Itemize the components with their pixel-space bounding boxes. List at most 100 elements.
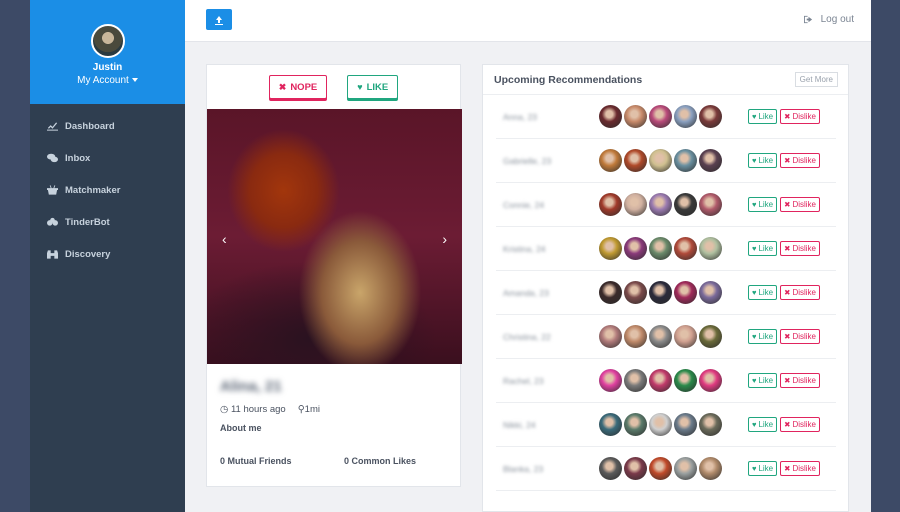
recommendation-row: Blanka, 23 ♥ Like ✖ Dislike [496, 447, 836, 491]
nope-button[interactable]: ✖ NOPE [268, 75, 328, 99]
recommendation-name: Gabrielle, 23 [503, 155, 552, 166]
dislike-button[interactable]: ✖ Dislike [780, 153, 820, 168]
photo-thumbnail[interactable] [624, 281, 647, 304]
photo-thumbnail[interactable] [674, 281, 697, 304]
photo-thumbnail[interactable] [699, 281, 722, 304]
dislike-button[interactable]: ✖ Dislike [780, 373, 820, 388]
like-button[interactable]: ♥ Like [748, 109, 778, 124]
sidebar-item-matchmaker[interactable]: Matchmaker [30, 174, 185, 206]
avatar[interactable] [90, 24, 125, 58]
photo-thumbnail[interactable] [649, 457, 672, 480]
profile-photo[interactable]: ‹ › [207, 109, 462, 364]
photo-thumbnail[interactable] [674, 413, 697, 436]
like-button[interactable]: ♥ LIKE [347, 75, 399, 99]
photo-thumbnail[interactable] [599, 369, 622, 392]
recommendation-name: Christina, 22 [503, 331, 551, 342]
recommendation-actions: ♥ Like ✖ Dislike [748, 373, 820, 388]
get-more-button[interactable]: Get More [794, 72, 838, 87]
photo-thumbnail[interactable] [599, 193, 622, 216]
photo-thumbnail[interactable] [649, 281, 672, 304]
photo-thumbnail[interactable] [699, 193, 722, 216]
mutual-friends: 0 Mutual Friends [220, 456, 292, 466]
dislike-button[interactable]: ✖ Dislike [780, 417, 820, 432]
photo-thumbnail[interactable] [699, 105, 722, 128]
sidebar-item-tinderbot[interactable]: TinderBot [30, 206, 185, 238]
photo-thumbnail[interactable] [624, 105, 647, 128]
photo-thumbnail[interactable] [649, 193, 672, 216]
recommendation-actions: ♥ Like ✖ Dislike [748, 197, 820, 212]
upload-icon [215, 15, 223, 25]
photo-thumbnail[interactable] [649, 105, 672, 128]
dislike-button[interactable]: ✖ Dislike [780, 329, 820, 344]
like-button[interactable]: ♥ Like [748, 373, 778, 388]
like-button[interactable]: ♥ Like [748, 197, 778, 212]
photo-thumbnail[interactable] [674, 105, 697, 128]
photo-thumbnail[interactable] [624, 193, 647, 216]
photo-thumbnail[interactable] [649, 149, 672, 172]
chevron-left-icon[interactable]: ‹ [222, 231, 227, 247]
photo-thumbnail[interactable] [624, 369, 647, 392]
distance-label: 1mi [304, 404, 320, 415]
dislike-button[interactable]: ✖ Dislike [780, 241, 820, 256]
photo-thumbnail[interactable] [674, 457, 697, 480]
clock-icon: ◷ [220, 404, 229, 415]
recommendation-name: Kristina, 24 [503, 243, 546, 254]
upload-button[interactable] [206, 9, 232, 30]
sidebar-item-inbox[interactable]: Inbox [30, 142, 185, 174]
like-button[interactable]: ♥ Like [748, 329, 778, 344]
like-button[interactable]: ♥ Like [748, 153, 778, 168]
photo-thumbnail[interactable] [599, 325, 622, 348]
photo-thumbnail[interactable] [649, 413, 672, 436]
photo-thumbnail[interactable] [699, 369, 722, 392]
close-icon: ✖ [784, 376, 791, 385]
like-button[interactable]: ♥ Like [748, 417, 778, 432]
like-button[interactable]: ♥ Like [748, 241, 778, 256]
photo-thumbnail[interactable] [649, 369, 672, 392]
photo-thumbnail[interactable] [674, 193, 697, 216]
logout-link[interactable]: Log out [803, 14, 854, 25]
photo-thumbnail[interactable] [599, 237, 622, 260]
close-icon: ✖ [784, 332, 791, 341]
sidebar-item-dashboard[interactable]: Dashboard [30, 110, 185, 142]
like-button[interactable]: ♥ Like [748, 461, 778, 476]
sidebar-item-label: Discovery [65, 248, 111, 260]
photo-thumbnail[interactable] [674, 369, 697, 392]
sidebar-item-discovery[interactable]: Discovery [30, 238, 185, 270]
like-button[interactable]: ♥ Like [748, 285, 778, 300]
heart-icon: ♥ [752, 156, 757, 165]
photo-thumbnail[interactable] [624, 457, 647, 480]
photo-thumbnail[interactable] [649, 237, 672, 260]
photo-thumbnail[interactable] [599, 457, 622, 480]
close-icon: ✖ [784, 288, 791, 297]
dislike-button[interactable]: ✖ Dislike [780, 197, 820, 212]
close-icon: ✖ [278, 81, 287, 92]
photo-thumbnail[interactable] [599, 413, 622, 436]
photo-thumbnail[interactable] [599, 105, 622, 128]
photo-thumbnail[interactable] [624, 325, 647, 348]
photo-thumbnail[interactable] [624, 237, 647, 260]
recommendation-photos [599, 105, 747, 128]
photo-thumbnail[interactable] [649, 325, 672, 348]
recommendation-name: Rachel, 23 [503, 375, 544, 386]
nope-label: NOPE [290, 81, 318, 93]
photo-thumbnail[interactable] [599, 281, 622, 304]
dislike-button[interactable]: ✖ Dislike [780, 109, 820, 124]
photo-thumbnail[interactable] [674, 325, 697, 348]
chevron-right-icon[interactable]: › [442, 231, 447, 247]
photo-thumbnail[interactable] [699, 237, 722, 260]
recommendation-photos [599, 325, 747, 348]
photo-thumbnail[interactable] [624, 413, 647, 436]
photo-thumbnail[interactable] [699, 413, 722, 436]
photo-thumbnail[interactable] [699, 325, 722, 348]
photo-thumbnail[interactable] [674, 237, 697, 260]
my-account-dropdown[interactable]: My Account [30, 75, 185, 86]
photo-thumbnail[interactable] [624, 149, 647, 172]
dislike-button[interactable]: ✖ Dislike [780, 461, 820, 476]
dislike-button[interactable]: ✖ Dislike [780, 285, 820, 300]
photo-thumbnail[interactable] [674, 149, 697, 172]
photo-thumbnail[interactable] [599, 149, 622, 172]
heart-icon: ♥ [752, 376, 757, 385]
distance: ⚲1mi [298, 404, 320, 415]
photo-thumbnail[interactable] [699, 149, 722, 172]
photo-thumbnail[interactable] [699, 457, 722, 480]
